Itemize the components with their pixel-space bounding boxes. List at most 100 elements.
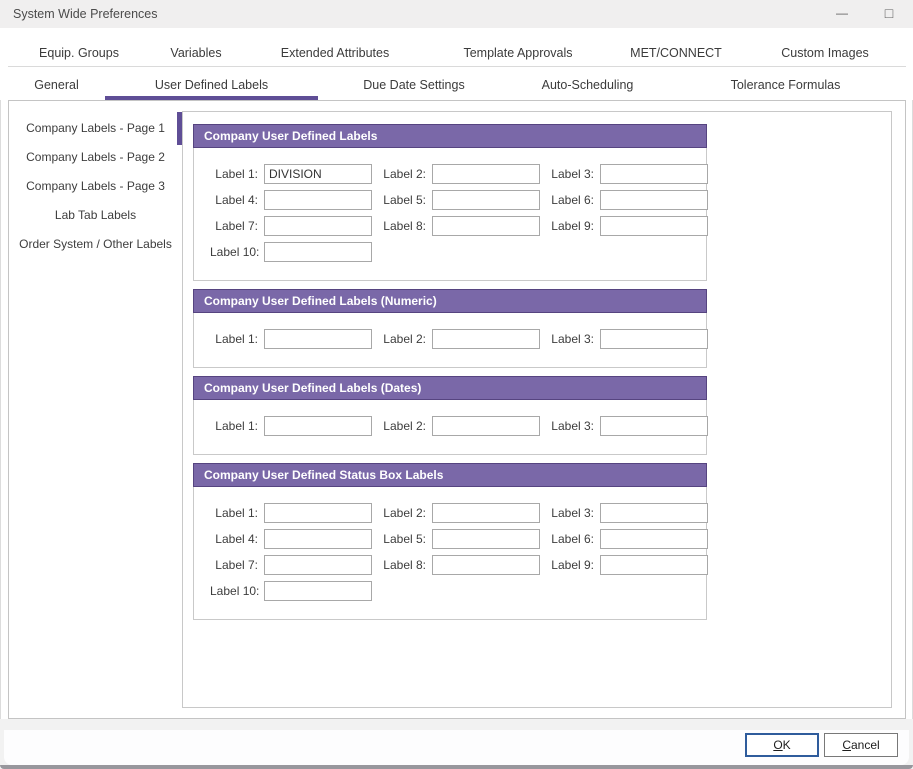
group-company-user-defined-labels-numeric: Company User Defined Labels (Numeric) Lab… <box>193 289 707 368</box>
field-input-label-6[interactable] <box>600 190 708 210</box>
field-input-label-4[interactable] <box>264 190 372 210</box>
field-input-label-1[interactable] <box>264 329 372 349</box>
tab-label: User Defined Labels <box>155 78 268 92</box>
group-fields: Label 1:Label 2:Label 3: <box>194 313 706 367</box>
tab-met-connect[interactable]: MET/CONNECT <box>608 40 744 66</box>
field-input-label-1[interactable] <box>264 503 372 523</box>
tab-extended-attributes[interactable]: Extended Attributes <box>242 40 428 66</box>
tab-due-date-settings[interactable]: Due Date Settings <box>318 72 510 99</box>
group-fields: Label 1: Label 2: Label 3: Label 4: Label 5:… <box>194 487 706 619</box>
field-input-label-3[interactable] <box>600 164 708 184</box>
field-label-label-5: Label 5: <box>378 190 426 210</box>
field-input-label-3[interactable] <box>600 329 708 349</box>
tab-equip-groups[interactable]: Equip. Groups <box>8 40 150 66</box>
ok-label-rest: K <box>783 738 791 752</box>
field-label-label-9: Label 9: <box>546 216 594 236</box>
tab-label: Template Approvals <box>463 46 572 60</box>
field-input-label-5[interactable] <box>432 529 540 549</box>
field-label-label-10: Label 10: <box>210 581 258 601</box>
field-input-label-8[interactable] <box>432 216 540 236</box>
field-label-label-2: Label 2: <box>378 503 426 523</box>
field-label-label-2: Label 2: <box>378 416 426 436</box>
tab-label: Due Date Settings <box>363 78 464 92</box>
label-pages-sidebar: Company Labels - Page 1Company Labels - … <box>9 101 182 259</box>
field-label-label-1: Label 1: <box>210 416 258 436</box>
field-input-label-2[interactable] <box>432 164 540 184</box>
tab-row-secondary: General User Defined Labels Due Date Setti… <box>8 72 906 99</box>
field-input-label-3[interactable] <box>600 503 708 523</box>
field-input-label-4[interactable] <box>264 529 372 549</box>
field-label-label-3: Label 3: <box>546 416 594 436</box>
group-header: Company User Defined Labels (Numeric) <box>193 289 707 313</box>
group-fields: Label 1: Label 2: Label 3: <box>194 400 706 454</box>
field-input-label-2[interactable] <box>432 329 540 349</box>
field-input-label-2[interactable] <box>432 503 540 523</box>
sidebar-item-company-labels-page-3[interactable]: Company Labels - Page 3 <box>9 172 182 201</box>
cancel-label-rest: ancel <box>851 738 880 752</box>
tab-custom-images[interactable]: Custom Images <box>744 40 906 66</box>
tab-label: Variables <box>170 46 221 60</box>
field-input-label-7[interactable] <box>264 555 372 575</box>
cancel-button[interactable]: Cancel <box>824 733 898 757</box>
field-label-label-9: Label 9: <box>546 555 594 575</box>
tab-label: Auto-Scheduling <box>542 78 634 92</box>
window-title: System Wide Preferences <box>13 0 158 28</box>
field-label-label-2: Label 2: <box>378 164 426 184</box>
group-company-user-defined-status-box-labels: Company User Defined Status Box LabelsLa… <box>193 463 707 620</box>
field-input-label-10[interactable] <box>264 242 372 262</box>
tab-user-defined-labels[interactable]: User Defined Labels <box>105 72 318 99</box>
field-label-label-7: Label 7: <box>210 216 258 236</box>
field-input-label-9[interactable] <box>600 555 708 575</box>
tab-variables[interactable]: Variables <box>150 40 242 66</box>
ok-button[interactable]: OK <box>745 733 819 757</box>
tab-row-primary: Equip. Groups Variables Extended Attribute… <box>8 40 906 67</box>
field-label-label-3: Label 3: <box>546 503 594 523</box>
tab-label: Equip. Groups <box>39 46 119 60</box>
field-label-label-10: Label 10: <box>210 242 258 262</box>
tab-strip: Equip. Groups Variables Extended Attribute… <box>0 28 913 100</box>
sidebar-item-order-system-other-labels[interactable]: Order System / Other Labels <box>9 230 182 259</box>
field-label-label-3: Label 3: <box>546 329 594 349</box>
sidebar-item-company-labels-page-2[interactable]: Company Labels - Page 2 <box>9 143 182 172</box>
field-label-label-6: Label 6: <box>546 190 594 210</box>
label-settings-panel: Company User Defined LabelsLabel 1:Label… <box>182 111 892 708</box>
field-label-label-1: Label 1: <box>210 503 258 523</box>
field-label-label-8: Label 8: <box>378 555 426 575</box>
window-bottom-edge <box>0 765 913 769</box>
field-label-label-4: Label 4: <box>210 529 258 549</box>
tab-general[interactable]: General <box>8 72 105 99</box>
tab-label: Extended Attributes <box>281 46 389 60</box>
field-input-label-6[interactable] <box>600 529 708 549</box>
tab-label: Custom Images <box>781 46 869 60</box>
tab-label: Tolerance Formulas <box>731 78 841 92</box>
footer: OK Cancel <box>0 719 913 769</box>
minimize-icon: — <box>836 6 848 20</box>
maximize-button[interactable]: □ <box>872 0 906 28</box>
tab-tolerance-formulas[interactable]: Tolerance Formulas <box>665 72 906 99</box>
ok-label-mnemonic: O <box>773 738 782 752</box>
field-input-label-10[interactable] <box>264 581 372 601</box>
group-fields: Label 1:Label 2:Label 3:Label 4:Label 5:… <box>194 148 706 280</box>
field-input-label-1[interactable] <box>264 416 372 436</box>
field-label-label-1: Label 1: <box>210 164 258 184</box>
minimize-button[interactable]: — <box>825 0 859 28</box>
group-company-user-defined-labels-dates: Company User Defined Labels (Dates)Label… <box>193 376 707 455</box>
tab-auto-scheduling[interactable]: Auto-Scheduling <box>510 72 665 99</box>
field-label-label-5: Label 5: <box>378 529 426 549</box>
field-input-label-7[interactable] <box>264 216 372 236</box>
field-label-label-8: Label 8: <box>378 216 426 236</box>
tab-template-approvals[interactable]: Template Approvals <box>428 40 608 66</box>
field-input-label-1[interactable] <box>264 164 372 184</box>
field-input-label-3[interactable] <box>600 416 708 436</box>
field-input-label-8[interactable] <box>432 555 540 575</box>
field-input-label-5[interactable] <box>432 190 540 210</box>
system-wide-preferences-dialog: System Wide Preferences — □ Equip. Group… <box>0 0 913 769</box>
sidebar-item-lab-tab-labels[interactable]: Lab Tab Labels <box>9 201 182 230</box>
sidebar-item-company-labels-page-1[interactable]: Company Labels - Page 1 <box>9 114 182 143</box>
field-input-label-2[interactable] <box>432 416 540 436</box>
field-label-label-2: Label 2: <box>378 329 426 349</box>
field-label-label-4: Label 4: <box>210 190 258 210</box>
field-input-label-9[interactable] <box>600 216 708 236</box>
title-bar: System Wide Preferences — □ <box>0 0 913 28</box>
tab-content-area: Company Labels - Page 1Company Labels - … <box>8 100 906 719</box>
